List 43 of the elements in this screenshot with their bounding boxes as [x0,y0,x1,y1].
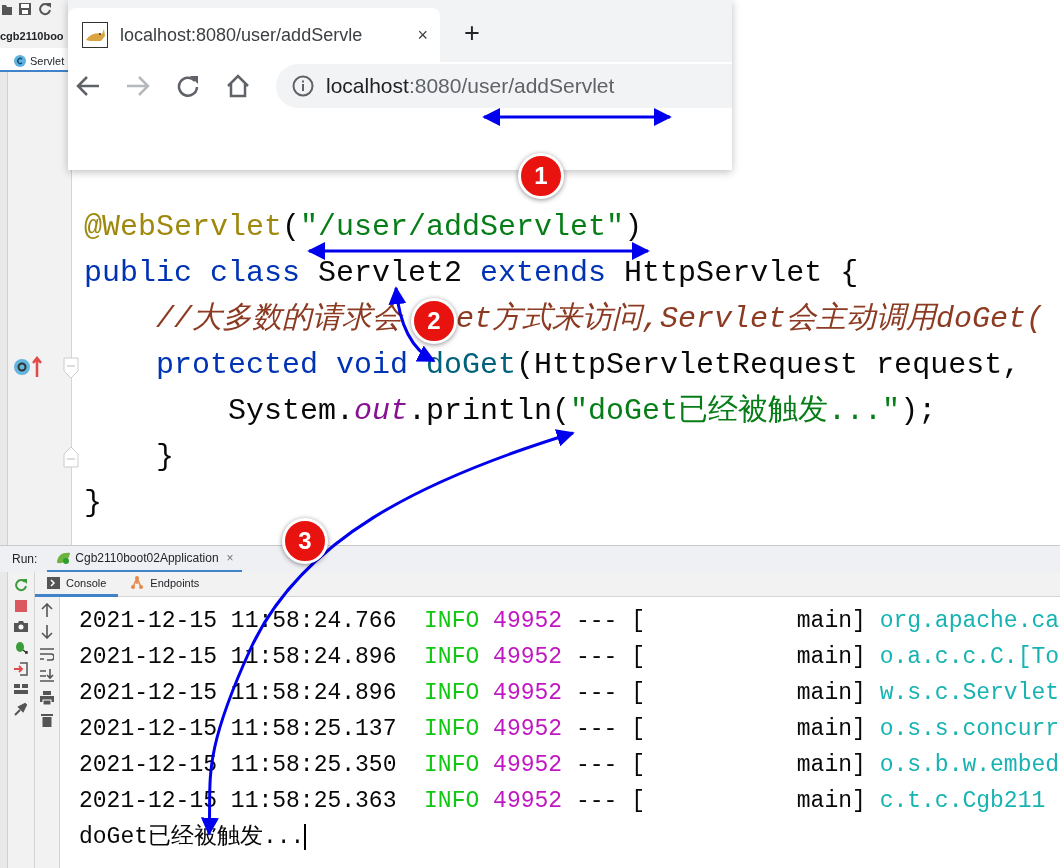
print-icon[interactable] [40,691,54,705]
down-arrow-icon[interactable] [41,625,53,639]
spring-leaf-icon [55,550,72,565]
scroll-to-end-icon[interactable] [40,669,54,683]
home-icon[interactable] [226,74,250,98]
code-line: } [84,488,102,518]
reload-icon[interactable] [176,74,200,98]
endpoints-icon [130,576,145,590]
code-line: } [155,442,174,472]
layout-icon[interactable] [14,684,28,694]
new-tab-button[interactable]: + [464,13,480,54]
tab-title: localhost:8080/user/addServle [120,23,364,47]
code-line: public class Servlet2 extends HttpServlet { [84,258,859,288]
soft-wrap-icon[interactable] [40,647,54,661]
code-comment: et方式来访问,Servlet会主动调用doGet( [456,302,1045,336]
address-bar[interactable]: localhost:8080/user/addServlet [276,64,732,108]
pin-icon[interactable] [14,702,28,716]
login-icon[interactable] [14,662,28,676]
browser-tab[interactable]: localhost:8080/user/addServle × [68,8,440,62]
text-cursor [304,824,307,850]
back-icon[interactable] [76,75,100,97]
up-arrow-icon[interactable] [41,603,53,617]
tab-close-button[interactable]: × [417,21,428,49]
rerun-icon[interactable] [14,578,28,592]
log-line: 2021-12-15 11:58:24.896 INFO 49952 --- [ main] w.s.c.Servlet [79,679,1060,708]
code-comment: //大多数的请求会 [156,302,402,336]
fold-marker-icon[interactable] [63,446,79,468]
project-name[interactable]: cgb2110boo [0,30,64,42]
run-label: Run: [12,551,38,568]
info-icon[interactable] [292,75,314,97]
trash-icon[interactable] [41,713,53,727]
code-line: protected void doGet(HttpServletRequest request, [155,350,1021,380]
log-line: 2021-12-15 11:58:25.137 INFO 49952 --- [ main] o.s.s.concurr [79,715,1060,744]
class-icon [14,55,26,67]
camera-icon[interactable] [14,620,28,632]
code-line: @WebServlet("/user/addServlet") [84,212,643,242]
console-icon [47,577,60,589]
code-line: System.out.println("doGet已经被触发..."); [227,396,937,426]
save-icon[interactable] [18,2,32,16]
refresh-icon[interactable] [38,2,52,16]
folder-icon[interactable] [2,2,12,16]
console-tab[interactable]: Endpoints [118,572,212,597]
fold-marker-icon[interactable] [63,357,79,379]
